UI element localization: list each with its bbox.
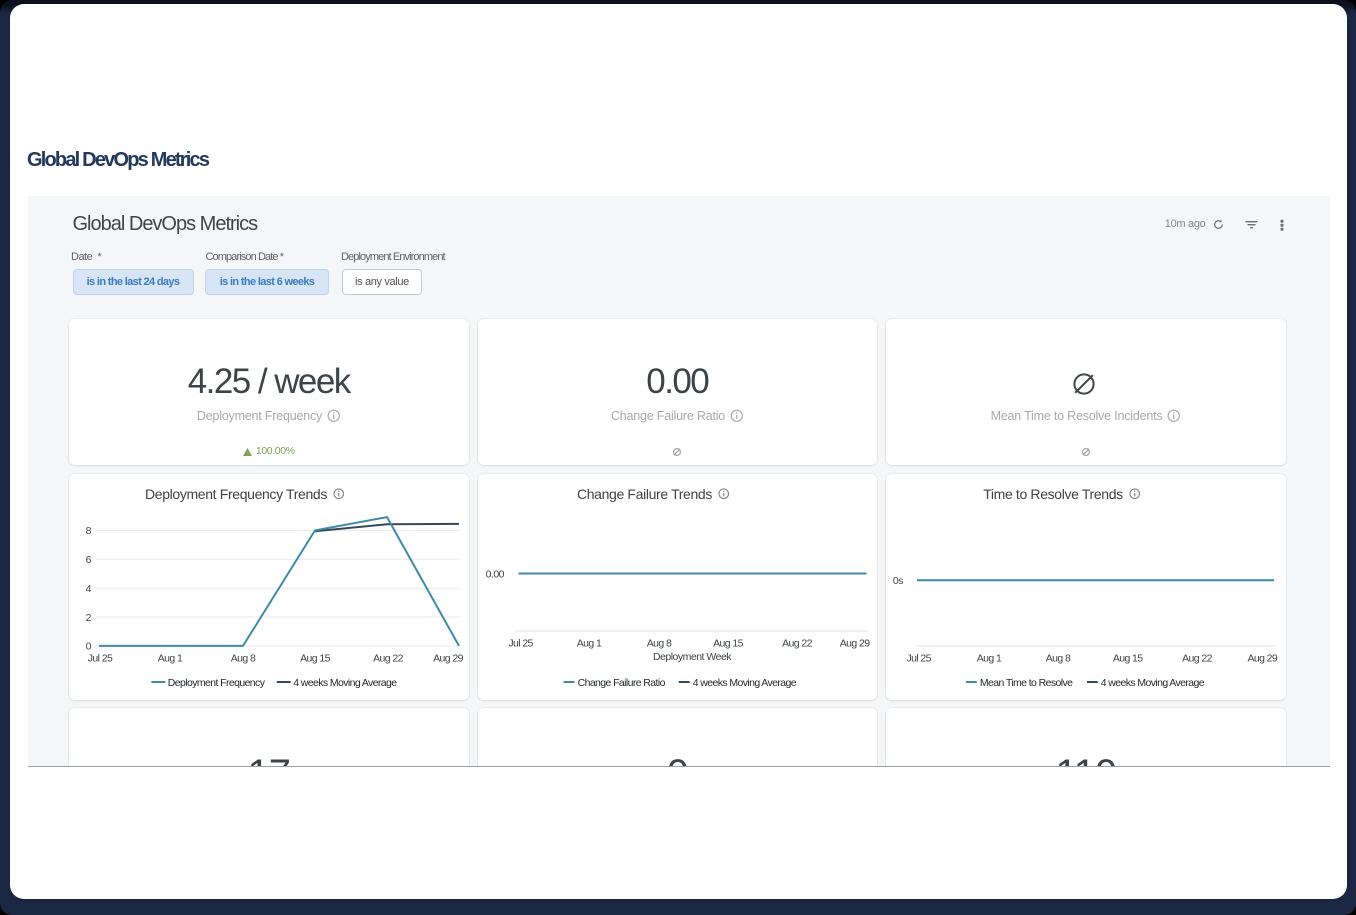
svg-text:Aug 29: Aug 29 bbox=[839, 638, 869, 650]
svg-text:Aug 22: Aug 22 bbox=[373, 652, 403, 664]
svg-text:4 weeks Moving Average: 4 weeks Moving Average bbox=[1101, 677, 1205, 689]
svg-text:6: 6 bbox=[86, 554, 92, 566]
svg-text:Jul 25: Jul 25 bbox=[906, 652, 931, 664]
svg-text:Aug 15: Aug 15 bbox=[713, 638, 743, 650]
svg-text:Deployment Frequency: Deployment Frequency bbox=[168, 677, 266, 689]
svg-text:Aug 15: Aug 15 bbox=[1113, 652, 1143, 664]
svg-text:Aug 22: Aug 22 bbox=[782, 638, 812, 650]
svg-text:Aug 15: Aug 15 bbox=[300, 652, 330, 664]
svg-text:Jul 25: Jul 25 bbox=[508, 638, 533, 650]
svg-text:4 weeks Moving Average: 4 weeks Moving Average bbox=[692, 677, 796, 689]
svg-text:Aug 1: Aug 1 bbox=[977, 652, 1002, 664]
svg-text:Aug 8: Aug 8 bbox=[646, 638, 671, 650]
svg-text:Aug 29: Aug 29 bbox=[433, 652, 463, 664]
svg-text:Aug 8: Aug 8 bbox=[231, 652, 256, 664]
svg-text:0: 0 bbox=[86, 641, 92, 653]
svg-text:8: 8 bbox=[86, 525, 92, 537]
svg-text:Aug 29: Aug 29 bbox=[1247, 652, 1277, 664]
svg-text:Aug 1: Aug 1 bbox=[158, 652, 183, 664]
svg-text:Aug 22: Aug 22 bbox=[1182, 652, 1212, 664]
svg-text:Jul 25: Jul 25 bbox=[88, 652, 113, 664]
svg-text:4 weeks Moving Average: 4 weeks Moving Average bbox=[293, 677, 397, 689]
svg-text:Change Failure Ratio: Change Failure Ratio bbox=[577, 677, 665, 689]
svg-text:0s: 0s bbox=[893, 575, 903, 587]
svg-text:Aug 1: Aug 1 bbox=[576, 638, 601, 650]
svg-text:Mean Time to Resolve: Mean Time to Resolve bbox=[980, 677, 1073, 689]
svg-text:4: 4 bbox=[86, 583, 92, 595]
svg-text:2: 2 bbox=[86, 612, 92, 624]
svg-text:Aug 8: Aug 8 bbox=[1046, 652, 1071, 664]
svg-text:0.00: 0.00 bbox=[485, 569, 504, 581]
svg-text:Deployment Week: Deployment Week bbox=[652, 651, 731, 663]
